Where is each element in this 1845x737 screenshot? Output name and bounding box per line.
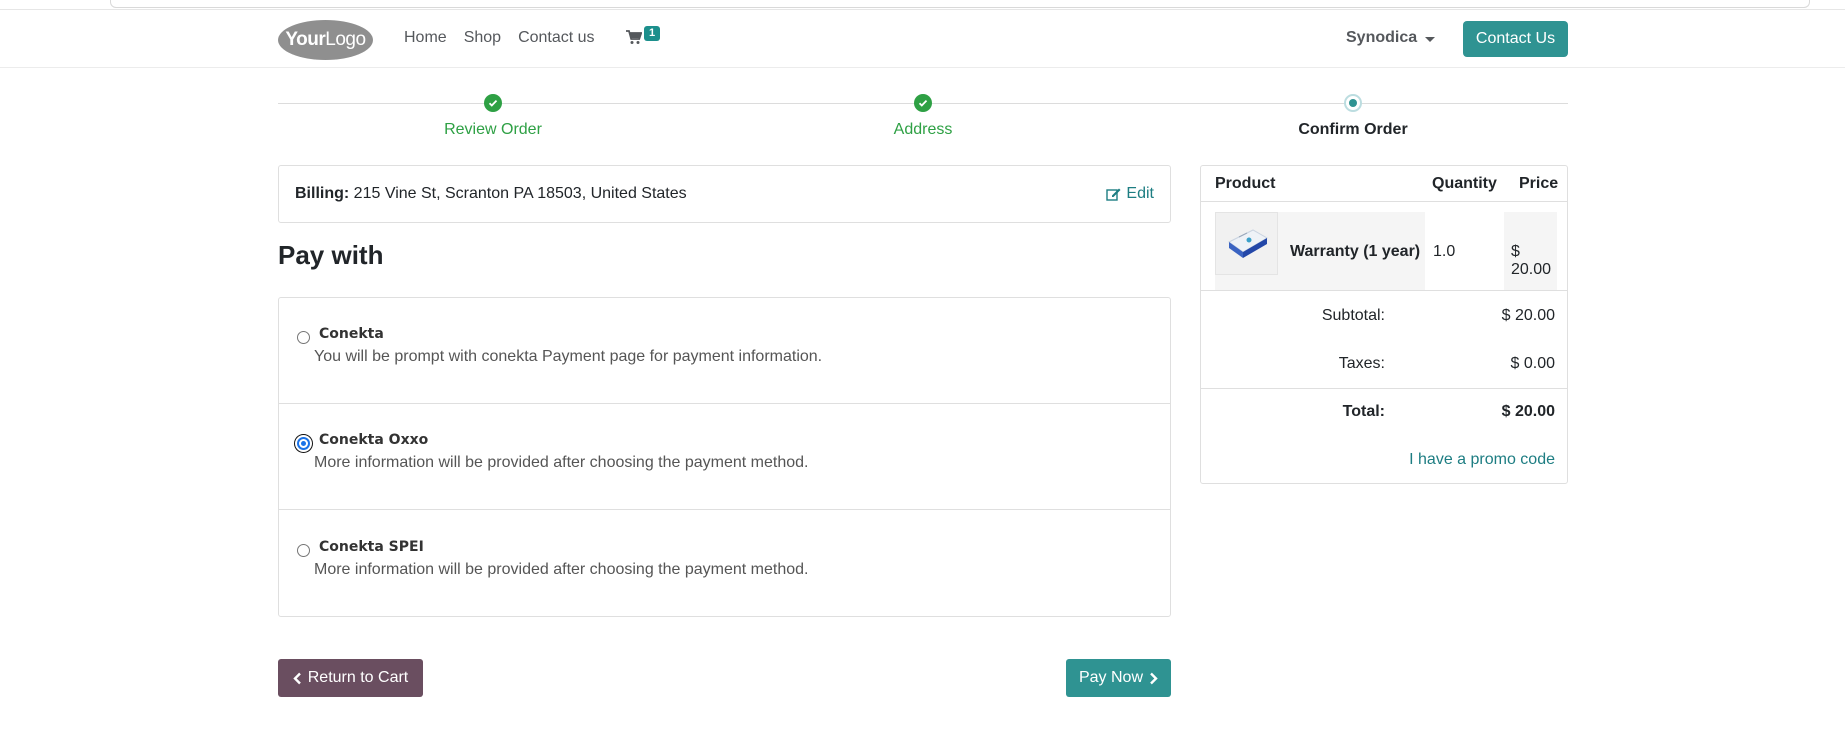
taxes-value: $ 0.00 xyxy=(1510,355,1555,372)
check-circle-icon xyxy=(914,94,932,112)
pay-now-label: Pay Now xyxy=(1078,669,1144,686)
payment-radio[interactable] xyxy=(297,331,310,344)
order-summary-card: Product Quantity Price Warranty (1 year)… xyxy=(1200,165,1568,484)
payment-description: More information will be provided after … xyxy=(314,454,809,471)
nav-shop[interactable]: Shop xyxy=(464,29,501,47)
cart-icon[interactable] xyxy=(626,30,642,45)
header-price: Price xyxy=(1519,175,1559,192)
contact-us-button[interactable]: Contact Us xyxy=(1463,21,1568,57)
summary-divider xyxy=(1201,290,1567,291)
payment-option-conekta-spei[interactable]: Conekta SPEI More information will be pr… xyxy=(279,511,1170,617)
cart-count-badge: 1 xyxy=(644,26,661,41)
logo-text-light: Logo xyxy=(325,29,366,50)
subtotal-value: $ 20.00 xyxy=(1501,307,1555,324)
total-label: Total: xyxy=(1342,403,1385,420)
payment-radio[interactable] xyxy=(297,544,310,557)
taxes-label: Taxes: xyxy=(1338,355,1385,372)
site-header: Your Logo Home Shop Contact us 1 Synodica… xyxy=(0,10,1845,68)
user-name: Synodica xyxy=(1346,29,1418,46)
main-nav: Home Shop Contact us xyxy=(404,29,612,47)
summary-divider xyxy=(1201,388,1567,389)
nav-contact-us[interactable]: Contact us xyxy=(518,29,594,47)
payment-option-conekta[interactable]: Conekta You will be prompt with conekta … xyxy=(279,298,1170,404)
header-product: Product xyxy=(1215,175,1276,192)
nav-home[interactable]: Home xyxy=(404,29,447,47)
browser-edge xyxy=(110,0,1810,8)
current-step-dot-icon xyxy=(1344,94,1362,112)
step-review-order: Review Order xyxy=(373,94,613,139)
payment-description: You will be prompt with conekta Payment … xyxy=(314,348,823,365)
payment-description: More information will be provided after … xyxy=(314,561,809,578)
check-circle-icon xyxy=(484,94,502,112)
site-logo[interactable]: Your Logo xyxy=(278,20,373,60)
logo-text-bold: Your xyxy=(285,29,326,50)
step-label: Review Order xyxy=(444,121,542,138)
browser-top-strip xyxy=(0,0,1845,10)
payment-radio[interactable] xyxy=(297,437,310,450)
summary-product-row: Warranty (1 year) 1.0 $ 20.00 xyxy=(1215,212,1557,292)
step-address: Address xyxy=(803,94,1043,139)
edit-icon xyxy=(1106,188,1121,201)
step-confirm-order: Confirm Order xyxy=(1233,94,1473,139)
product-image[interactable] xyxy=(1215,212,1278,275)
subtotal-label: Subtotal: xyxy=(1321,307,1385,324)
payment-methods-list: Conekta You will be prompt with conekta … xyxy=(278,297,1171,617)
step-label: Confirm Order xyxy=(1298,121,1408,138)
payment-name: Conekta Oxxo xyxy=(319,432,429,448)
return-label: Return to Cart xyxy=(307,669,409,686)
return-to-cart-button[interactable]: Return to Cart xyxy=(278,659,423,697)
product-price: $ 20.00 xyxy=(1511,243,1552,278)
total-value: $ 20.00 xyxy=(1501,403,1555,420)
chevron-left-icon xyxy=(293,672,301,684)
promo-code-link[interactable]: I have a promo code xyxy=(1409,451,1555,469)
pay-with-heading: Pay with xyxy=(278,240,384,270)
billing-text: Billing: 215 Vine St, Scranton PA 18503,… xyxy=(295,185,687,203)
edit-label: Edit xyxy=(1126,185,1154,202)
chevron-right-icon xyxy=(1150,672,1158,684)
chevron-down-icon xyxy=(1425,36,1436,42)
billing-label: Billing: xyxy=(295,185,350,202)
product-quantity: 1.0 xyxy=(1433,243,1456,260)
pay-now-button[interactable]: Pay Now xyxy=(1066,659,1171,697)
billing-address: 215 Vine St, Scranton PA 18503, United S… xyxy=(353,185,687,202)
summary-table-header: Product Quantity Price xyxy=(1201,166,1567,202)
payment-option-conekta-oxxo[interactable]: Conekta Oxxo More information will be pr… xyxy=(279,404,1170,510)
edit-billing-link[interactable]: Edit xyxy=(1106,185,1154,203)
payment-name: Conekta SPEI xyxy=(319,539,424,555)
step-label: Address xyxy=(893,121,953,138)
product-name[interactable]: Warranty (1 year) xyxy=(1290,243,1420,261)
billing-address-card: Billing: 215 Vine St, Scranton PA 18503,… xyxy=(278,165,1171,223)
user-menu-dropdown[interactable]: Synodica xyxy=(1346,29,1436,47)
payment-name: Conekta xyxy=(319,326,384,342)
header-quantity: Quantity xyxy=(1432,175,1497,192)
